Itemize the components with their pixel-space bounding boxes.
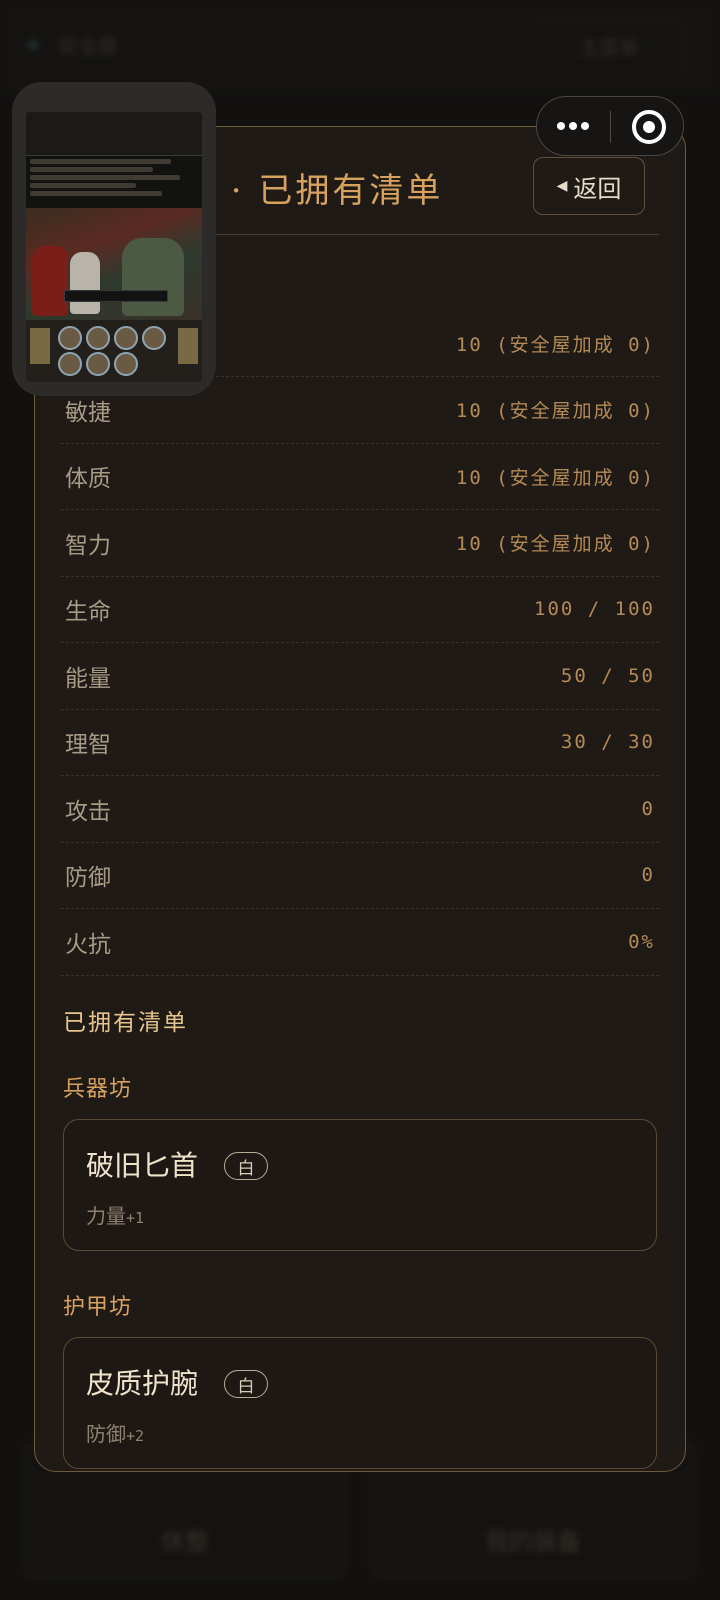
dot [581, 122, 589, 130]
stats-list: 敏捷 10 (安全屋加成 0) 体质 10 (安全屋加成 0) 智力 10 (安… [61, 377, 659, 976]
stat-row-fire-resist: 火抗 0% [61, 909, 659, 976]
stat-label: 智力 [65, 532, 111, 559]
item-stat-label: 力量 [86, 1204, 126, 1228]
stat-row-attack: 攻击 0 [61, 776, 659, 843]
item-card[interactable]: 破旧匕首 白 力量+1 [63, 1119, 657, 1251]
item-stat-label: 防御 [86, 1422, 126, 1446]
item-stat: 力量+1 [86, 1200, 144, 1229]
stat-value: 0% [628, 930, 655, 953]
stat-value: 0 [641, 864, 655, 887]
stat-row-intelligence: 智力 10 (安全屋加成 0) [61, 510, 659, 577]
stat-label: 体质 [65, 466, 111, 493]
back-button[interactable]: ◀ 返回 [533, 157, 645, 215]
item-stat-bonus: +1 [126, 1209, 145, 1227]
category-title-armor: 护甲坊 [63, 1295, 133, 1320]
back-button-label: 返回 [573, 174, 622, 203]
owned-list-title: 已拥有清单 [63, 1010, 188, 1036]
game-hud-icon [26, 112, 202, 156]
stat-label: 攻击 [65, 798, 111, 825]
stat-value: 10 (安全屋加成 0) [455, 466, 655, 489]
item-card[interactable]: 皮质护腕 白 防御+2 [63, 1337, 657, 1469]
my-equipment-label: 我的装备 [485, 1528, 581, 1556]
rarity-badge: 白 [224, 1152, 268, 1180]
stat-value: 10 (安全屋加成 0) [455, 400, 655, 423]
stat-value: 0 [641, 797, 655, 820]
stat-label: 敏捷 [65, 399, 111, 426]
stat-value: 100 / 100 [534, 598, 655, 621]
item-stat-bonus: +2 [126, 1427, 145, 1445]
background-title: 安全屋 [58, 34, 118, 58]
stat-value: 50 / 50 [560, 664, 655, 687]
modal-title: 备 · 已拥有清单 [180, 171, 444, 211]
stat-value: 10 (安全屋加成 0) [455, 334, 655, 356]
stat-label: 能量 [65, 665, 111, 692]
dot [569, 122, 577, 130]
stat-label: 理智 [65, 732, 111, 759]
stat-value: 30 / 30 [560, 731, 655, 754]
stat-label: 防御 [65, 865, 111, 892]
stat-label: 火抗 [65, 931, 111, 958]
stat-value: 10 (安全屋加成 0) [455, 533, 655, 556]
game-scene-icon [26, 208, 202, 320]
item-name: 破旧匕首 [86, 1149, 199, 1182]
rest-button-label: 休整 [161, 1528, 209, 1556]
category-title-weapons: 兵器坊 [63, 1077, 133, 1102]
status-dot-icon [28, 40, 38, 50]
stat-row-health: 生命 100 / 100 [61, 577, 659, 643]
stat-row-energy: 能量 50 / 50 [61, 643, 659, 710]
back-arrow-icon: ◀ [556, 178, 568, 194]
stat-row-sanity: 理智 30 / 30 [61, 710, 659, 776]
item-name: 皮质护腕 [86, 1367, 199, 1400]
game-thumbnail[interactable] [12, 82, 216, 396]
rarity-badge: 白 [224, 1370, 268, 1398]
more-options-icon[interactable] [557, 120, 591, 132]
stat-row-constitution: 体质 10 (安全屋加成 0) [61, 444, 659, 510]
game-skills-icon [26, 320, 202, 382]
game-log-icon [26, 156, 202, 208]
dot [557, 122, 565, 130]
main-menu-button: 主菜单 [534, 18, 684, 74]
close-target-icon[interactable] [632, 110, 666, 144]
stat-row-defense: 防御 0 [61, 843, 659, 909]
stat-label: 生命 [65, 599, 111, 626]
item-stat: 防御+2 [86, 1418, 144, 1447]
capsule-divider [610, 111, 611, 143]
miniprogram-capsule [536, 96, 684, 156]
game-thumbnail-screen [26, 112, 202, 382]
